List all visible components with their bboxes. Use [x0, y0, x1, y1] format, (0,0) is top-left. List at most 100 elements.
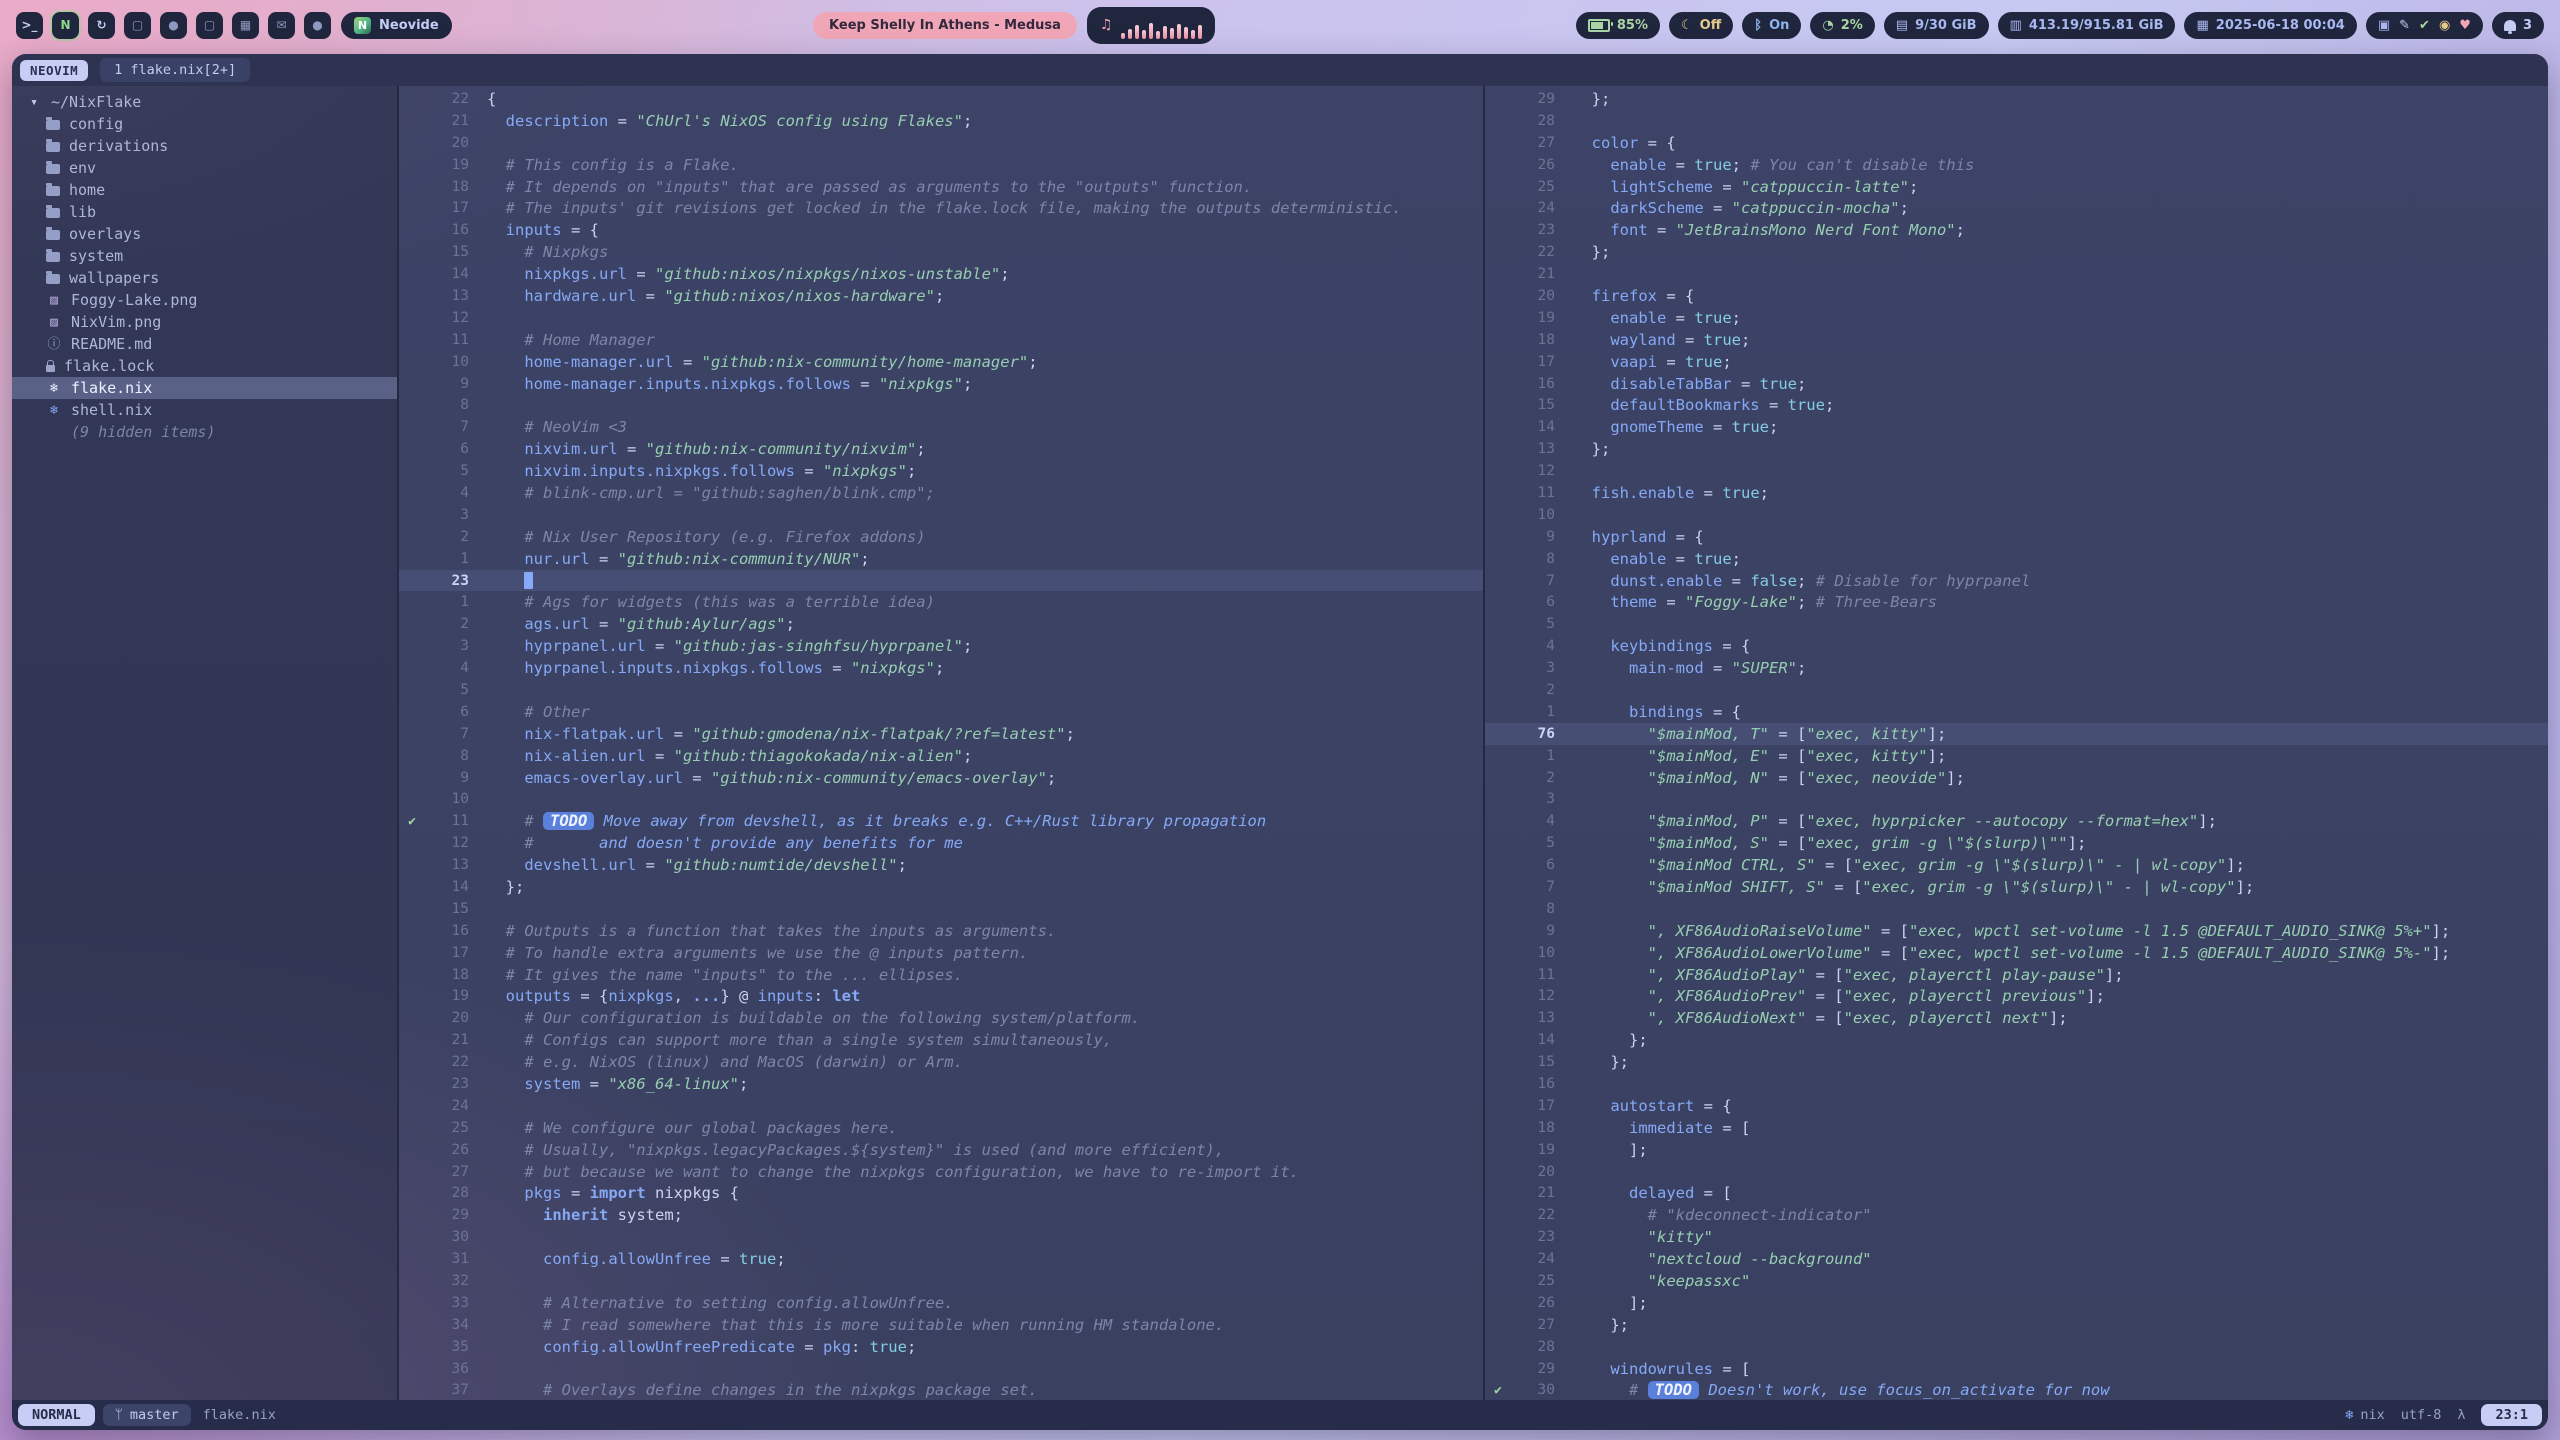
code-line[interactable]: 13 };	[1485, 438, 2548, 460]
code-line[interactable]: 17 # The inputs' git revisions get locke…	[399, 197, 1483, 219]
code-line[interactable]: 15 # Nixpkgs	[399, 241, 1483, 263]
code-line[interactable]: 25 lightScheme = "catppuccin-latte";	[1485, 176, 2548, 198]
code-line[interactable]: 22 # e.g. NixOS (linux) and MacOS (darwi…	[399, 1051, 1483, 1073]
tree-item-wallpapers[interactable]: wallpapers	[12, 267, 397, 289]
code-line[interactable]: 8 enable = true;	[1485, 548, 2548, 570]
code-line[interactable]: 30	[399, 1226, 1483, 1248]
code-line[interactable]: 3	[399, 504, 1483, 526]
code-line[interactable]: 9 home-manager.inputs.nixpkgs.follows = …	[399, 373, 1483, 395]
code-line[interactable]: 21 # Configs can support more than a sin…	[399, 1029, 1483, 1051]
code-line[interactable]: 31 config.allowUnfree = true;	[399, 1248, 1483, 1270]
tree-item-derivations[interactable]: derivations	[12, 135, 397, 157]
notification-pill[interactable]: 3	[2492, 12, 2544, 39]
code-line[interactable]: 28 pkgs = import nixpkgs {	[399, 1183, 1483, 1205]
code-line[interactable]: 28	[1485, 110, 2548, 132]
code-line[interactable]: 3 main-mod = "SUPER";	[1485, 657, 2548, 679]
code-line[interactable]: 2 ags.url = "github:Aylur/ags";	[399, 613, 1483, 635]
code-line[interactable]: 7 nix-flatpak.url = "github:gmodena/nix-…	[399, 723, 1483, 745]
code-line[interactable]: 13 ", XF86AudioNext" = ["exec, playerctl…	[1485, 1007, 2548, 1029]
code-line[interactable]: 6 theme = "Foggy-Lake"; # Three-Bears	[1485, 591, 2548, 613]
code-line[interactable]: 5	[399, 679, 1483, 701]
code-line[interactable]: 10 ", XF86AudioLowerVolume" = ["exec, wp…	[1485, 942, 2548, 964]
code-line[interactable]: 32	[399, 1270, 1483, 1292]
code-line[interactable]: 27 # but because we want to change the n…	[399, 1161, 1483, 1183]
code-line[interactable]: 6 "$mainMod CTRL, S" = ["exec, grim -g \…	[1485, 854, 2548, 876]
buffer-tab[interactable]: 1 flake.nix[2+]	[100, 58, 250, 82]
code-line[interactable]: 28	[1485, 1336, 2548, 1358]
code-line[interactable]: 29 inherit system;	[399, 1204, 1483, 1226]
code-line[interactable]: 10	[399, 789, 1483, 811]
code-line[interactable]: 29 };	[1485, 88, 2548, 110]
code-line[interactable]: 11 # Home Manager	[399, 329, 1483, 351]
code-line[interactable]: 7 "$mainMod SHIFT, S" = ["exec, grim -g …	[1485, 876, 2548, 898]
tree-item-overlays[interactable]: overlays	[12, 223, 397, 245]
code-line[interactable]: 6 # Other	[399, 701, 1483, 723]
code-line[interactable]: ✔11 # TODO Move away from devshell, as i…	[399, 810, 1483, 832]
code-line[interactable]: 18 # It depends on "inputs" that are pas…	[399, 176, 1483, 198]
code-line[interactable]: 24	[399, 1095, 1483, 1117]
code-line[interactable]: 12	[1485, 460, 2548, 482]
bluetooth-pill[interactable]: ᛒOn	[1742, 12, 1801, 39]
code-line[interactable]: 2 # Nix User Repository (e.g. Firefox ad…	[399, 526, 1483, 548]
code-line[interactable]: 13 hardware.url = "github:nixos/nixos-ha…	[399, 285, 1483, 307]
workspace-dot-2[interactable]: ●	[304, 12, 331, 39]
edit-icon[interactable]: ✎	[2399, 19, 2410, 32]
code-line[interactable]: 27 color = {	[1485, 132, 2548, 154]
code-line[interactable]: 10	[1485, 504, 2548, 526]
code-line[interactable]: 24 "nextcloud --background"	[1485, 1248, 2548, 1270]
code-line[interactable]: 11 fish.enable = true;	[1485, 482, 2548, 504]
code-line[interactable]: 22 # "kdeconnect-indicator"	[1485, 1204, 2548, 1226]
workspace-neovide[interactable]: N	[52, 12, 79, 39]
code-line[interactable]: 2 "$mainMod, N" = ["exec, neovide"];	[1485, 767, 2548, 789]
code-line[interactable]: 17 vaapi = true;	[1485, 351, 2548, 373]
code-line[interactable]: 12	[399, 307, 1483, 329]
night-light-pill[interactable]: ☾Off	[1669, 12, 1733, 39]
code-line[interactable]: 19 enable = true;	[1485, 307, 2548, 329]
code-line[interactable]: 4 hyprpanel.inputs.nixpkgs.follows = "ni…	[399, 657, 1483, 679]
tree-item-flake-nix[interactable]: ❄flake.nix	[12, 377, 397, 399]
code-line[interactable]: 20 firefox = {	[1485, 285, 2548, 307]
tree-item-lib[interactable]: lib	[12, 201, 397, 223]
tree-item-nixvim-png[interactable]: ▨NixVim.png	[12, 311, 397, 333]
audio-visualizer-pill[interactable]: ♫	[1087, 7, 1215, 44]
tree-item-foggy-lake-png[interactable]: ▨Foggy-Lake.png	[12, 289, 397, 311]
code-line[interactable]: 25 # We configure our global packages he…	[399, 1117, 1483, 1139]
screenshot-icon[interactable]: ▣	[2378, 19, 2390, 32]
code-line[interactable]: 34 # I read somewhere that this is more …	[399, 1314, 1483, 1336]
code-line[interactable]: 35 config.allowUnfreePredicate = pkg: tr…	[399, 1336, 1483, 1358]
code-line[interactable]: 20	[1485, 1161, 2548, 1183]
code-line[interactable]: 10 home-manager.url = "github:nix-commun…	[399, 351, 1483, 373]
window-title-pill[interactable]: N Neovide	[341, 12, 452, 39]
code-line[interactable]: 4 # blink-cmp.url = "github:saghen/blink…	[399, 482, 1483, 504]
code-line[interactable]: 11 ", XF86AudioPlay" = ["exec, playerctl…	[1485, 964, 2548, 986]
heart-icon[interactable]: ♥	[2459, 19, 2471, 32]
cpu-pill[interactable]: ◔2%	[1810, 12, 1874, 39]
editor-pane-right[interactable]: 29 };2827 color = {26 enable = true; # Y…	[1485, 86, 2548, 1400]
code-line[interactable]: 8	[1485, 898, 2548, 920]
code-line[interactable]: 14 };	[399, 876, 1483, 898]
tree-item-shell-nix[interactable]: ❄shell.nix	[12, 399, 397, 421]
code-line[interactable]: 22 };	[1485, 241, 2548, 263]
workspace-mail[interactable]: ✉	[268, 12, 295, 39]
code-line[interactable]: 7 # NeoVim <3	[399, 416, 1483, 438]
code-line[interactable]: 16 inputs = {	[399, 219, 1483, 241]
workspace-square-1[interactable]: ▢	[124, 12, 151, 39]
code-line[interactable]: 4 "$mainMod, P" = ["exec, hyprpicker --a…	[1485, 810, 2548, 832]
memory-pill[interactable]: ▤9/30 GiB	[1884, 12, 1989, 39]
code-line[interactable]: 14 gnomeTheme = true;	[1485, 416, 2548, 438]
code-line[interactable]: 19 outputs = {nixpkgs, ...} @ inputs: le…	[399, 986, 1483, 1008]
code-line[interactable]: 16	[1485, 1073, 2548, 1095]
code-line[interactable]: 18 wayland = true;	[1485, 329, 2548, 351]
code-line[interactable]: 16 # Outputs is a function that takes th…	[399, 920, 1483, 942]
code-line[interactable]: 13 devshell.url = "github:numtide/devshe…	[399, 854, 1483, 876]
code-line[interactable]: 20 # Our configuration is buildable on t…	[399, 1007, 1483, 1029]
code-line[interactable]: 15 };	[1485, 1051, 2548, 1073]
code-line[interactable]: 15 defaultBookmarks = true;	[1485, 394, 2548, 416]
code-line[interactable]: 12 # and doesn't provide any benefits fo…	[399, 832, 1483, 854]
code-line[interactable]: 16 disableTabBar = true;	[1485, 373, 2548, 395]
code-line[interactable]: 21	[1485, 263, 2548, 285]
code-line[interactable]: 21 delayed = [	[1485, 1183, 2548, 1205]
code-line[interactable]: 9 emacs-overlay.url = "github:nix-commun…	[399, 767, 1483, 789]
code-line[interactable]: 4 keybindings = {	[1485, 635, 2548, 657]
code-line[interactable]: 2	[1485, 679, 2548, 701]
